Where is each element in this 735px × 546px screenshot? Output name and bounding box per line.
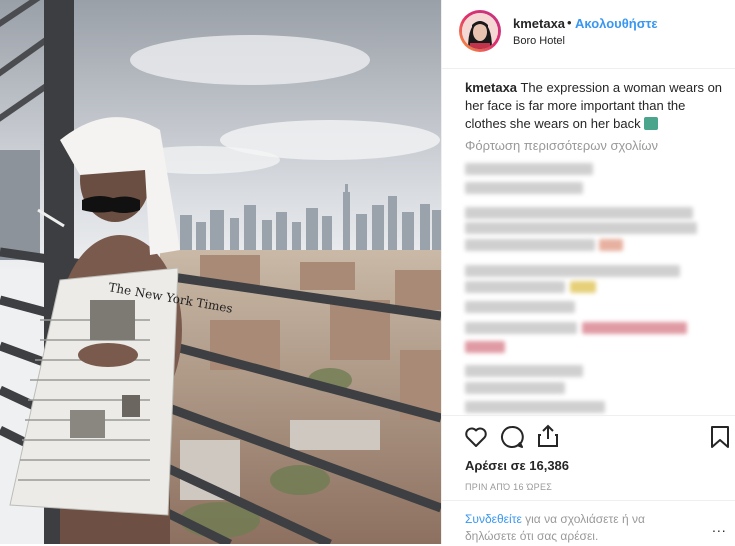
comment-bubble-icon[interactable] bbox=[500, 425, 524, 449]
login-link[interactable]: Συνδεθείτε bbox=[465, 512, 522, 526]
comment-login-prompt: Συνδεθείτε για να σχολιάσετε ή να δηλώσε… bbox=[442, 500, 735, 546]
avatar[interactable] bbox=[459, 10, 501, 52]
post-sidebar: kmetaxa • Ακολουθήστε Boro Hotel kmetaxa… bbox=[441, 0, 735, 544]
blurred-comment bbox=[582, 322, 687, 334]
blurred-comment bbox=[465, 281, 565, 293]
blurred-comment bbox=[465, 365, 583, 377]
blurred-comment bbox=[465, 207, 693, 219]
heart-icon[interactable] bbox=[464, 426, 488, 448]
bookmark-icon[interactable] bbox=[710, 425, 730, 449]
blurred-comment bbox=[465, 222, 697, 234]
post-actions: Αρέσει σε 16,386 ΠΡΙΝ ΑΠΌ 16 ΏΡΕΣ Συνδεθ… bbox=[442, 415, 735, 545]
blurred-comment bbox=[465, 239, 595, 251]
caption-username[interactable]: kmetaxa bbox=[465, 80, 517, 95]
likes-count[interactable]: Αρέσει σε 16,386 bbox=[465, 458, 569, 473]
statue-of-liberty-icon bbox=[643, 117, 658, 130]
blurred-comment bbox=[465, 182, 583, 194]
location-link[interactable]: Boro Hotel bbox=[513, 35, 565, 47]
login-prompt-text: Συνδεθείτε για να σχολιάσετε ή να δηλώσε… bbox=[465, 511, 685, 545]
blurred-comment bbox=[570, 281, 596, 293]
instagram-post: The New York Times kmetaxa • Ακολουθήστε… bbox=[0, 0, 735, 544]
caption: kmetaxa The expression a woman wears on … bbox=[465, 79, 725, 133]
blurred-comment bbox=[599, 239, 623, 251]
blurred-comment bbox=[465, 301, 575, 313]
avatar-image bbox=[462, 13, 498, 49]
username[interactable]: kmetaxa bbox=[513, 16, 565, 31]
blurred-comment bbox=[465, 322, 577, 334]
blurred-comment bbox=[465, 341, 505, 353]
ellipsis-icon[interactable]: ... bbox=[712, 519, 727, 535]
blurred-comment bbox=[465, 401, 605, 413]
post-photo[interactable]: The New York Times bbox=[0, 0, 441, 544]
blurred-comment bbox=[465, 163, 593, 175]
follow-button[interactable]: Ακολουθήστε bbox=[575, 16, 658, 31]
post-header: kmetaxa • Ακολουθήστε Boro Hotel bbox=[442, 0, 735, 69]
blurred-comment bbox=[465, 382, 565, 394]
separator-dot: • bbox=[567, 15, 572, 30]
share-upload-icon[interactable] bbox=[537, 424, 559, 448]
load-more-comments[interactable]: Φόρτωση περισσότερων σχολίων bbox=[465, 138, 658, 153]
post-timestamp[interactable]: ΠΡΙΝ ΑΠΌ 16 ΏΡΕΣ bbox=[465, 482, 552, 492]
blurred-comment bbox=[465, 265, 680, 277]
